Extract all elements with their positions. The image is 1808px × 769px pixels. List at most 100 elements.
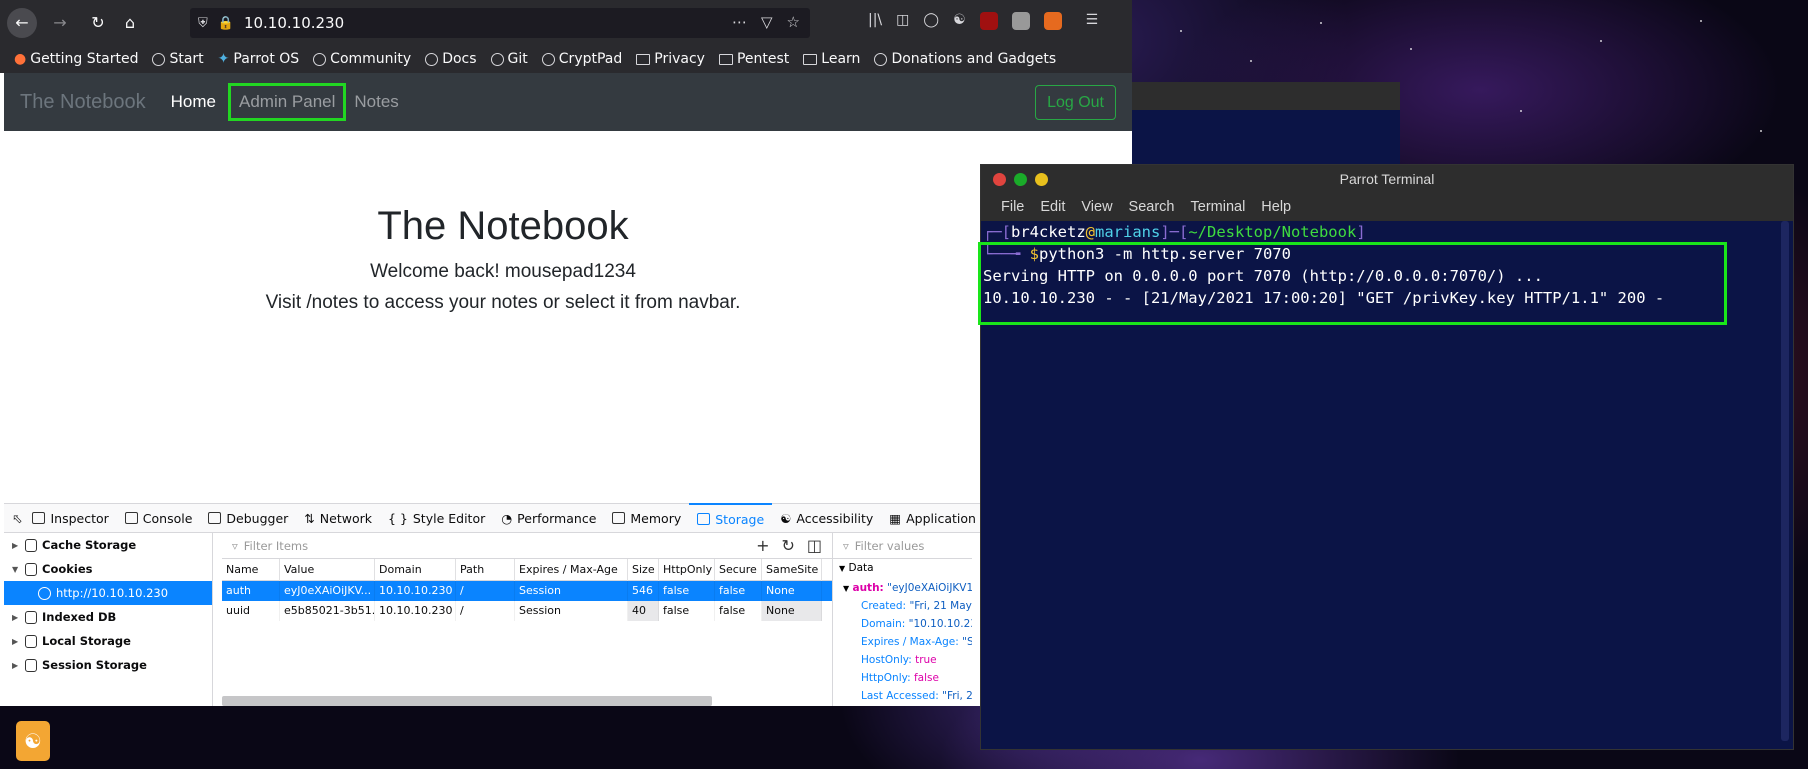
data-hostonly-row[interactable]: HostOnly: true <box>833 651 972 669</box>
data-last-accessed-row[interactable]: Last Accessed: "Fri, 21 May 2021 19:58:5… <box>833 687 972 705</box>
menu-icon[interactable]: ☰ <box>1086 12 1099 30</box>
tab-inspector[interactable]: Inspector <box>24 503 116 533</box>
account-icon[interactable]: ◯ <box>923 12 939 30</box>
forward-button[interactable]: → <box>47 10 73 36</box>
menu-file[interactable]: File <box>1001 199 1024 215</box>
column-header[interactable]: Expires / Max-Age <box>515 558 628 581</box>
terminal-scrollbar[interactable] <box>1781 221 1789 741</box>
tab-network[interactable]: ⇅ Network <box>296 503 380 533</box>
toggle-sidebar-icon[interactable]: ◫ <box>807 536 822 555</box>
page-title: The Notebook <box>377 204 629 248</box>
insecure-lock-icon[interactable]: 🔒 <box>218 16 234 31</box>
bookmark-community[interactable]: Community <box>313 51 411 67</box>
tab-application[interactable]: ▦ Application <box>881 503 984 533</box>
bookmark-start[interactable]: Start <box>152 51 204 67</box>
column-header[interactable]: Size <box>628 558 659 581</box>
menu-view[interactable]: View <box>1081 199 1112 215</box>
tree-cookies[interactable]: ▼ Cookies <box>4 557 212 581</box>
add-item-icon[interactable]: + <box>756 536 769 555</box>
tab-style-editor[interactable]: { } Style Editor <box>380 503 493 533</box>
element-picker-icon[interactable]: ⬁ <box>4 503 24 533</box>
bookmark-git[interactable]: Git <box>490 51 528 67</box>
tab-accessibility[interactable]: ☯ Accessibility <box>772 503 881 533</box>
shield-icon[interactable]: ⛨ <box>198 16 208 31</box>
expand-arrow-icon[interactable]: ▶ <box>12 637 20 646</box>
network-icon: ⇅ <box>304 510 315 526</box>
data-expires-row[interactable]: Expires / Max-Age: "Session" <box>833 633 972 651</box>
python-dock-icon[interactable]: ☯ <box>16 721 50 761</box>
bookmark-folder-pentest[interactable]: Pentest <box>718 51 789 67</box>
column-header[interactable]: Secure <box>715 558 762 581</box>
column-header[interactable]: Path <box>456 558 515 581</box>
foxyproxy-icon[interactable] <box>1043 12 1062 30</box>
menu-terminal[interactable]: Terminal <box>1191 199 1246 215</box>
data-section-header[interactable]: ▼ Data <box>833 559 972 579</box>
folder-icon <box>803 53 818 65</box>
tab-performance[interactable]: ◔ Performance <box>493 503 604 533</box>
menu-search[interactable]: Search <box>1129 199 1175 215</box>
bookmark-star-icon[interactable]: ☆ <box>787 13 800 31</box>
back-button[interactable]: ← <box>7 7 37 38</box>
storage-icon <box>697 513 711 525</box>
extension-s-icon[interactable] <box>1011 12 1030 30</box>
tab-memory[interactable]: Memory <box>604 503 689 533</box>
site-brand[interactable]: The Notebook <box>20 91 146 114</box>
column-header[interactable]: Name <box>222 558 280 581</box>
collapse-arrow-icon[interactable]: ▼ <box>12 565 20 574</box>
filter-items-input[interactable]: Filter Items <box>244 539 308 553</box>
bookmark-cryptpad[interactable]: CryptPad <box>541 51 622 67</box>
home-button[interactable]: ⌂ <box>117 10 143 36</box>
menu-edit[interactable]: Edit <box>1040 199 1065 215</box>
performance-icon: ◔ <box>501 510 513 526</box>
column-header[interactable]: Value <box>280 558 375 581</box>
column-header[interactable]: SameSite <box>762 558 822 581</box>
bookmark-getting-started[interactable]: ● Getting Started <box>14 51 138 67</box>
table-row[interactable]: uuid e5b85021-3b51... 10.10.10.230 / Ses… <box>222 601 832 621</box>
globe-icon <box>541 52 555 66</box>
cell-value: e5b85021-3b51... <box>280 601 375 621</box>
expand-arrow-icon[interactable]: ▶ <box>12 613 20 622</box>
logout-button[interactable]: Log Out <box>1035 85 1116 120</box>
data-created-row[interactable]: Created: "Fri, 21 May 2021 19:57:51 GMT" <box>833 597 972 615</box>
tree-session-storage[interactable]: ▶ Session Storage <box>4 653 212 677</box>
page-actions-icon[interactable]: ⋯ <box>732 13 747 31</box>
nav-notes[interactable]: Notes <box>354 92 398 112</box>
horizontal-scrollbar[interactable] <box>222 696 712 706</box>
extension-parrot-icon[interactable]: ☯ <box>953 12 966 30</box>
cell-name: uuid <box>222 601 280 621</box>
column-header[interactable]: Domain <box>375 558 456 581</box>
tree-local-storage[interactable]: ▶ Local Storage <box>4 629 212 653</box>
reload-button[interactable]: ↻ <box>85 10 111 36</box>
url-bar[interactable]: ⛨ 🔒 10.10.10.230 ⋯ ▽ ☆ <box>190 8 810 38</box>
expand-arrow-icon[interactable]: ▶ <box>12 541 20 550</box>
data-domain-row[interactable]: Domain: "10.10.10.230" <box>833 615 972 633</box>
tree-indexed-db[interactable]: ▶ Indexed DB <box>4 605 212 629</box>
library-icon[interactable]: ||\ <box>868 12 882 30</box>
bookmark-folder-learn[interactable]: Learn <box>803 51 860 67</box>
cell-httponly: false <box>659 601 715 621</box>
tab-debugger[interactable]: Debugger <box>200 503 296 533</box>
bookmark-donations[interactable]: Donations and Gadgets <box>874 51 1056 67</box>
tree-cache-storage[interactable]: ▶ Cache Storage <box>4 533 212 557</box>
bookmark-docs[interactable]: Docs <box>425 51 477 67</box>
column-header[interactable]: HttpOnly <box>659 558 715 581</box>
menu-help[interactable]: Help <box>1261 199 1291 215</box>
data-auth-row[interactable]: ▼ auth: "eyJ0eXAiOiJKV1Qi... <box>833 579 972 597</box>
pocket-icon[interactable]: ▽ <box>761 13 773 31</box>
ublock-icon[interactable] <box>979 12 998 30</box>
data-httponly-row[interactable]: HttpOnly: false <box>833 669 972 687</box>
sidebar-icon[interactable]: ◫ <box>896 12 909 30</box>
filter-values-input[interactable]: Filter values <box>855 539 925 553</box>
filter-values-bar: ▿ Filter values <box>833 533 972 559</box>
refresh-icon[interactable]: ↻ <box>781 536 794 555</box>
tab-console[interactable]: Console <box>117 503 201 533</box>
table-row[interactable]: auth eyJ0eXAiOiJKV... 10.10.10.230 / Ses… <box>222 581 832 601</box>
bookmark-parrot-os[interactable]: ✦ Parrot OS <box>218 51 300 67</box>
cell-domain: 10.10.10.230 <box>375 601 456 621</box>
tree-cookie-host[interactable]: http://10.10.10.230 <box>4 581 212 605</box>
nav-home[interactable]: Home <box>171 92 216 112</box>
nav-admin-panel[interactable]: Admin Panel <box>228 83 347 121</box>
tab-storage[interactable]: Storage <box>689 503 773 533</box>
bookmark-folder-privacy[interactable]: Privacy <box>636 51 705 67</box>
expand-arrow-icon[interactable]: ▶ <box>12 661 20 670</box>
